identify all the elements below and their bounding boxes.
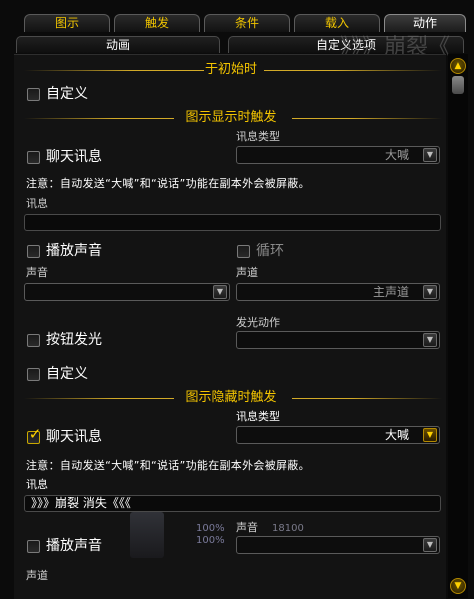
hide-play-sound-label: 播放声音 [46,538,102,554]
section-on-show-title: 图示显示时触发 [185,110,277,125]
bg-number-3: 18100 [272,523,304,534]
tab-load[interactable]: 载入 [294,14,380,32]
hide-message-label: 讯息 [26,478,48,491]
hide-note: 注意：自动发送“大喊”和“说话”功能在副本外会被屏蔽。 [26,459,310,472]
show-custom-label: 自定义 [46,366,88,382]
hide-chat-checkbox[interactable]: ✓ [27,427,41,444]
show-sound-label: 声音 [26,266,48,279]
chevron-down-icon: ▼ [213,285,227,299]
init-custom-label: 自定义 [46,86,88,102]
show-glow-action-label: 发光动作 [236,316,280,329]
show-sound-dropdown[interactable]: ▼ [24,283,230,301]
show-loop-checkbox[interactable] [237,245,250,258]
tab-trigger[interactable]: 触发 [114,14,200,32]
hide-chat-label: 聊天讯息 [46,429,102,445]
chevron-down-icon: ▼ [423,428,437,442]
hide-play-sound-checkbox[interactable] [27,540,40,553]
show-loop-label: 循环 [256,243,284,259]
scrollbar[interactable] [448,54,468,598]
show-message-input[interactable] [24,214,441,231]
section-on-hide-title: 图示隐藏时触发 [185,390,277,405]
subtab-animation[interactable]: 动画 [16,36,220,53]
tab-display[interactable]: 图示 [24,14,110,32]
section-on-init-title: 于初始时 [204,62,257,77]
tab-actions[interactable]: 动作 [384,14,466,32]
hide-sound-label: 声音 [236,521,258,534]
bg-number-1: 100% [196,523,225,534]
show-channel-value: 主声道 [372,285,409,299]
checkmark-icon: ✓ [28,425,42,443]
show-chat-checkbox[interactable] [27,151,40,164]
show-message-label: 讯息 [26,197,48,210]
show-channel-label: 声道 [236,266,258,279]
show-chat-label: 聊天讯息 [46,149,102,165]
show-note: 注意：自动发送“大喊”和“说话”功能在副本外会被屏蔽。 [26,177,310,190]
scroll-thumb[interactable] [452,76,464,94]
hide-message-type-dropdown[interactable]: 大喊 ▼ [236,426,440,444]
show-glow-action-dropdown[interactable]: ▼ [236,331,440,349]
section-on-show: 图示显示时触发 [20,110,442,126]
show-play-sound-checkbox[interactable] [27,245,40,258]
background-portrait [130,512,164,558]
show-glow-label: 按钮发光 [46,332,102,348]
scroll-up-button[interactable]: ▲ [450,58,466,74]
hide-sound-dropdown[interactable]: ▼ [236,536,440,554]
scroll-down-button[interactable]: ▼ [450,578,466,594]
show-glow-checkbox[interactable] [27,334,40,347]
show-custom-checkbox[interactable] [27,368,40,381]
bg-number-2: 100% [196,535,225,546]
hide-message-type-label: 讯息类型 [236,410,280,423]
tab-conditions[interactable]: 条件 [204,14,290,32]
hide-message-input[interactable]: 》》》崩裂 消失《《《 [24,495,441,512]
chevron-down-icon: ▼ [423,148,437,162]
chevron-down-icon: ▼ [423,333,437,347]
show-channel-dropdown[interactable]: 主声道 ▼ [236,283,440,301]
init-custom-checkbox[interactable] [27,88,40,101]
section-on-init: 于初始时 [20,62,442,78]
show-message-type-value: 大喊 [384,148,409,162]
show-play-sound-label: 播放声音 [46,243,102,259]
actions-panel [14,54,446,599]
show-message-type-label: 讯息类型 [236,130,280,143]
chevron-down-icon: ▼ [423,285,437,299]
hide-message-type-value: 大喊 [384,428,409,442]
hide-channel-label: 声道 [26,569,48,582]
section-on-hide: 图示隐藏时触发 [20,390,442,406]
chevron-down-icon: ▼ [423,538,437,552]
show-message-type-dropdown[interactable]: 大喊 ▼ [236,146,440,164]
